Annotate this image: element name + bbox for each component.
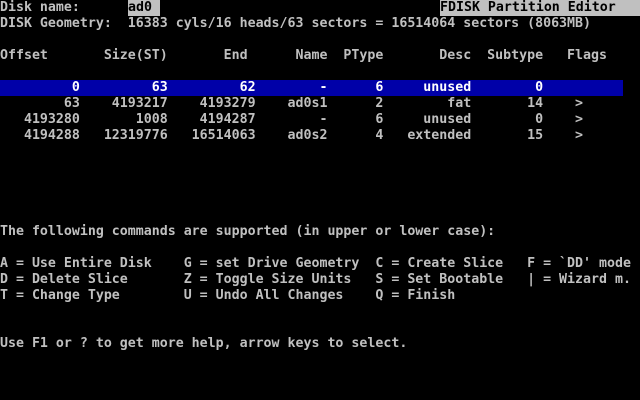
help-text: Use F1 or ? to get more help, arrow keys… — [0, 336, 407, 352]
command-line-1: A = Use Entire Disk G = set Drive Geomet… — [0, 256, 631, 272]
command-line-2: D = Delete Slice Z = Toggle Size Units S… — [0, 272, 631, 288]
disk-name-label: Disk name: — [0, 0, 80, 16]
command-line-3: T = Change Type U = Undo All Changes Q =… — [0, 288, 455, 304]
partition-row[interactable]: 0 63 62 - 6 unused 0 — [0, 80, 623, 96]
editor-title: FDISK Partition Editor — [440, 0, 640, 16]
partition-row[interactable]: 4194288 12319776 16514063 ad0s2 4 extend… — [0, 128, 623, 144]
commands-intro: The following commands are supported (in… — [0, 224, 495, 240]
partition-row[interactable]: 4193280 1008 4194287 - 6 unused 0 > — [0, 112, 623, 128]
disk-name-value[interactable]: ad0 — [128, 0, 160, 16]
disk-geometry: DISK Geometry: 16383 cyls/16 heads/63 se… — [0, 16, 591, 32]
partition-row[interactable]: 63 4193217 4193279 ad0s1 2 fat 14 > — [0, 96, 623, 112]
table-header: Offset Size(ST) End Name PType Desc Subt… — [0, 48, 607, 64]
fdisk-screen: Disk name: ad0 FDISK Partition Editor DI… — [0, 0, 640, 400]
